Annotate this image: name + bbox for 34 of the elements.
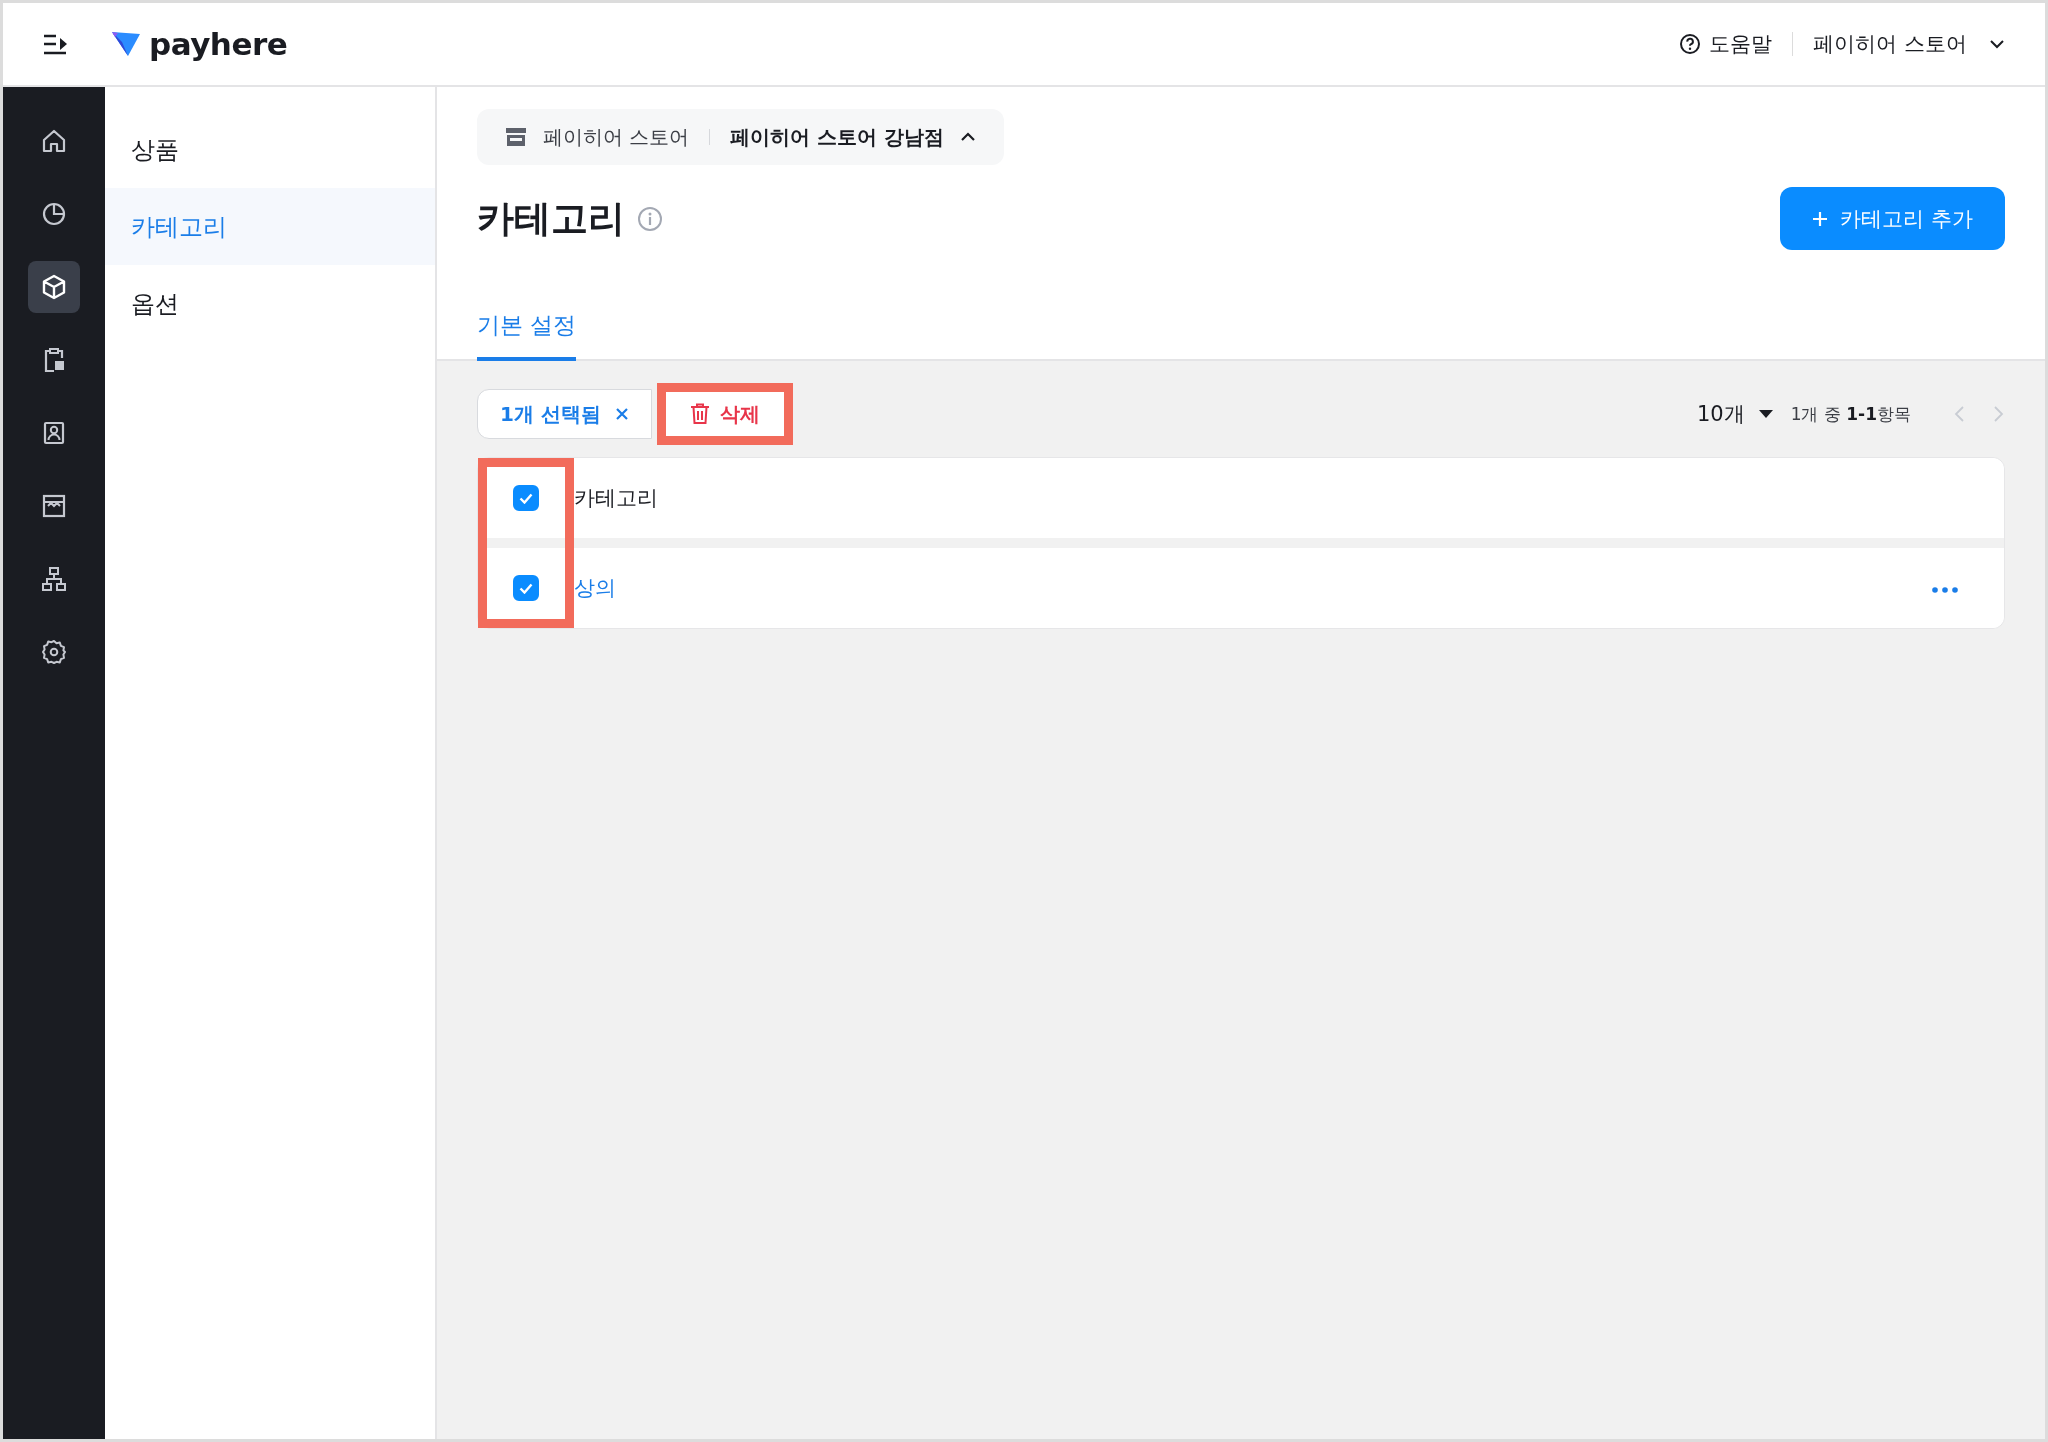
page-title: 카테고리 [477, 195, 625, 242]
column-header: 카테고리 [574, 485, 658, 512]
storefront-icon [40, 492, 68, 520]
plus-icon [1812, 210, 1829, 227]
page-range-text: 1개 중 1-1항목 [1790, 402, 1911, 426]
checkbox[interactable] [513, 575, 539, 601]
store-icon [505, 127, 527, 147]
chevron-down-icon [1989, 39, 2005, 49]
menu-icon[interactable] [43, 33, 69, 55]
store-selector[interactable]: 페이히어 스토어 페이히어 스토어 강남점 [477, 109, 1005, 165]
category-link[interactable]: 상의 [574, 574, 616, 602]
nav-rail-button[interactable] [28, 261, 80, 313]
logo-icon [111, 30, 141, 58]
checkbox[interactable] [513, 485, 539, 511]
settings-icon [40, 638, 68, 666]
cube-icon [40, 273, 68, 301]
close-icon [614, 407, 629, 421]
help-icon [1678, 33, 1701, 55]
home-icon [40, 127, 68, 155]
page-size-select[interactable]: 10개 [1696, 400, 1773, 428]
submenu-item[interactable]: 카테고리 [105, 188, 435, 265]
help-link[interactable]: 도움말 [1678, 30, 1772, 58]
hierarchy-icon [40, 565, 68, 593]
trash-icon [689, 403, 710, 425]
submenu-item[interactable]: 옵션 [105, 265, 435, 342]
caret-down-icon [1758, 410, 1773, 418]
more-dots-icon [1932, 586, 1958, 593]
selection-chip[interactable]: 1개 선택됨 [477, 389, 652, 439]
brand-name: payhere [149, 26, 288, 62]
checkmark-icon [519, 582, 533, 594]
pie-chart-icon [40, 200, 68, 228]
submenu-item[interactable]: 상품 [105, 111, 435, 188]
checkmark-icon [519, 492, 533, 504]
account-menu[interactable]: 페이히어 스토어 [1813, 30, 2005, 58]
